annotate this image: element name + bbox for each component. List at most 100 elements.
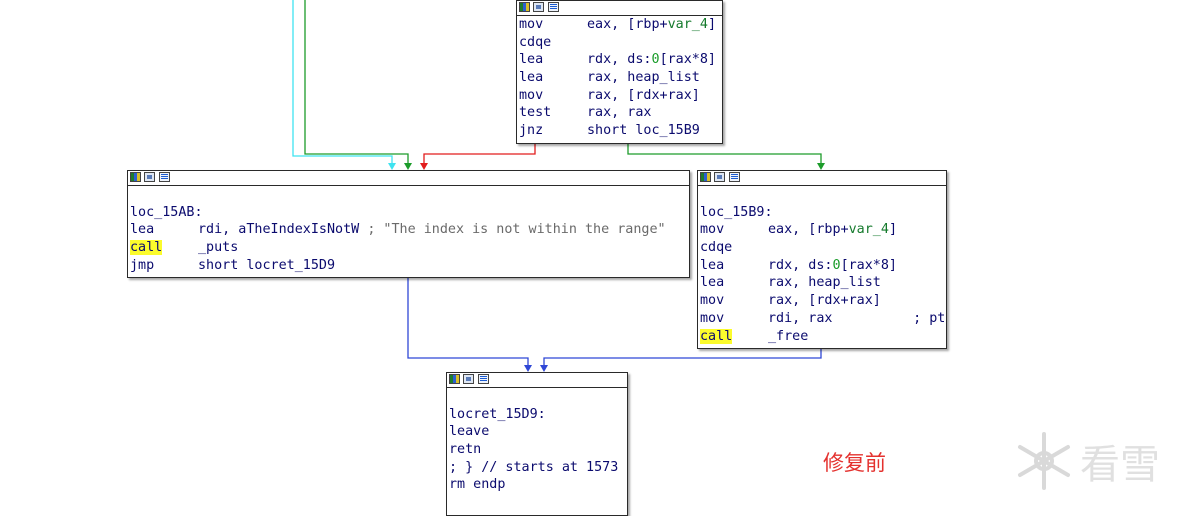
- code-line[interactable]: mov rdi, rax ; ptr: [700, 310, 947, 328]
- graph-color-icon[interactable]: [700, 172, 711, 182]
- code-line[interactable]: test rax, rax: [519, 104, 720, 122]
- mnemonic: mov: [519, 87, 587, 105]
- arrow-green-right: [817, 163, 825, 170]
- graph-color-icon[interactable]: [130, 172, 141, 182]
- mnemonic-text: mov: [700, 293, 725, 309]
- operand: var_4: [667, 17, 708, 32]
- operand: eax, [rbp+: [768, 222, 849, 238]
- logo-text: 看雪: [1080, 442, 1160, 488]
- operand: _free: [768, 328, 809, 344]
- comment: ; "The index is not within the range": [367, 222, 666, 238]
- list-icon[interactable]: [729, 172, 740, 182]
- operand: 0: [832, 257, 841, 273]
- block-listing: loc_15AB:lea rdi, aTheIndexIsNotW ; "The …: [128, 186, 689, 274]
- mnemonic: lea: [700, 274, 768, 292]
- code-line[interactable]: mov eax, [rbp+var_4]: [700, 221, 944, 239]
- mnemonic: mov: [700, 292, 768, 310]
- edge-right-to-bottom: [543, 348, 822, 365]
- code-line[interactable]: [449, 388, 625, 406]
- label-text: rm endp: [449, 477, 506, 493]
- block-listing: locret_15D9: leave retn; } // starts at 15…: [447, 388, 627, 494]
- mnemonic: mov: [519, 16, 587, 34]
- operand: [rax*8]: [659, 52, 716, 68]
- block-header: [447, 373, 627, 388]
- arrow-cyan: [388, 163, 396, 170]
- operand: short loc_15B9: [587, 123, 700, 139]
- code-line[interactable]: jmp short locret_15D9: [130, 257, 687, 275]
- mnemonic-text: mov: [519, 87, 544, 103]
- mnemonic-text: call: [130, 240, 163, 256]
- operand: rdx, ds:: [587, 52, 652, 68]
- arrow-blue-right: [540, 365, 548, 372]
- image-icon[interactable]: [533, 2, 544, 12]
- operand: rdi, aTheIndexIsNotW: [198, 222, 368, 238]
- code-line[interactable]: lea rax, heap_list: [519, 69, 720, 87]
- mnemonic-text: cdqe: [519, 34, 552, 50]
- image-icon[interactable]: [144, 172, 155, 182]
- block-header: [517, 1, 722, 16]
- code-line[interactable]: mov eax, [rbp+var_4]: [519, 16, 720, 34]
- block-header: [698, 171, 946, 186]
- mnemonic: call: [130, 239, 198, 257]
- code-line[interactable]: retn: [449, 441, 625, 459]
- mnemonic: lea: [519, 69, 587, 87]
- arrow-red: [420, 163, 428, 170]
- code-line[interactable]: loc_15AB:: [130, 204, 687, 222]
- mnemonic: cdqe: [519, 34, 587, 52]
- code-line[interactable]: call _puts: [130, 239, 687, 257]
- mnemonic: call: [700, 328, 768, 346]
- mnemonic: jnz: [519, 122, 587, 140]
- code-line[interactable]: [700, 186, 944, 204]
- code-block-locret-15d9[interactable]: locret_15D9: leave retn; } // starts at 15…: [446, 372, 628, 516]
- code-line[interactable]: lea rdx, ds:0[rax*8]: [700, 257, 944, 275]
- block-header: [128, 171, 689, 186]
- code-block-loc-15b9[interactable]: loc_15B9: mov eax, [rbp+var_4] cdqe lea rdx, …: [697, 170, 947, 349]
- code-line[interactable]: locret_15D9:: [449, 406, 625, 424]
- label-text: loc_15AB:: [130, 204, 203, 220]
- operand: 0: [651, 52, 660, 68]
- mnemonic-text: lea: [519, 52, 544, 68]
- code-block-top[interactable]: mov eax, [rbp+var_4] cdqe lea rdx, ds:0[rax*…: [516, 0, 723, 144]
- block-listing: mov eax, [rbp+var_4] cdqe lea rdx, ds:0[rax*…: [517, 16, 722, 140]
- list-icon[interactable]: [548, 2, 559, 12]
- code-line[interactable]: leave: [449, 423, 625, 441]
- operand: rax, heap_list: [587, 70, 700, 86]
- code-line[interactable]: rm endp: [449, 476, 625, 494]
- mnemonic-text: mov: [519, 17, 544, 32]
- code-line[interactable]: lea rdx, ds:0[rax*8]: [519, 51, 720, 69]
- operand: [rax*8]: [840, 257, 897, 273]
- kanxue-logo: 看雪: [1018, 432, 1160, 490]
- mnemonic-text: lea: [130, 222, 155, 238]
- mnemonic: lea: [130, 221, 198, 239]
- code-line[interactable]: cdqe: [519, 34, 720, 52]
- image-icon[interactable]: [714, 172, 725, 182]
- operand: rdx, ds:: [768, 257, 833, 273]
- graph-color-icon[interactable]: [519, 2, 530, 12]
- code-line[interactable]: [130, 186, 687, 204]
- code-line[interactable]: cdqe: [700, 239, 944, 257]
- list-icon[interactable]: [478, 374, 489, 384]
- code-line[interactable]: ; } // starts at 1573: [449, 459, 625, 477]
- operand: _puts: [198, 240, 239, 256]
- code-block-loc-15ab[interactable]: loc_15AB:lea rdi, aTheIndexIsNotW ; "The …: [127, 170, 690, 278]
- operand: ]: [707, 17, 716, 32]
- operand: rdi, rax ; ptr: [768, 310, 947, 326]
- code-line[interactable]: mov rax, [rdx+rax]: [519, 87, 720, 105]
- mnemonic: lea: [519, 51, 587, 69]
- mnemonic-text: lea: [700, 275, 725, 291]
- before-fix-caption: 修复前: [823, 451, 886, 475]
- image-icon[interactable]: [463, 374, 474, 384]
- code-line[interactable]: lea rdi, aTheIndexIsNotW ; "The index is …: [130, 221, 687, 239]
- mnemonic: cdqe: [700, 239, 768, 257]
- code-line[interactable]: lea rax, heap_list: [700, 274, 944, 292]
- edge-back-cyan: [292, 0, 393, 163]
- code-line[interactable]: jnz short loc_15B9: [519, 122, 720, 140]
- code-line[interactable]: call _free: [700, 328, 944, 346]
- operand: eax, [rbp+: [587, 17, 668, 32]
- code-line[interactable]: loc_15B9:: [700, 204, 944, 222]
- arrow-green-left: [404, 163, 412, 170]
- label-text: ; } // starts at 1573: [449, 459, 619, 475]
- code-line[interactable]: mov rax, [rdx+rax]: [700, 292, 944, 310]
- graph-color-icon[interactable]: [449, 374, 460, 384]
- list-icon[interactable]: [159, 172, 170, 182]
